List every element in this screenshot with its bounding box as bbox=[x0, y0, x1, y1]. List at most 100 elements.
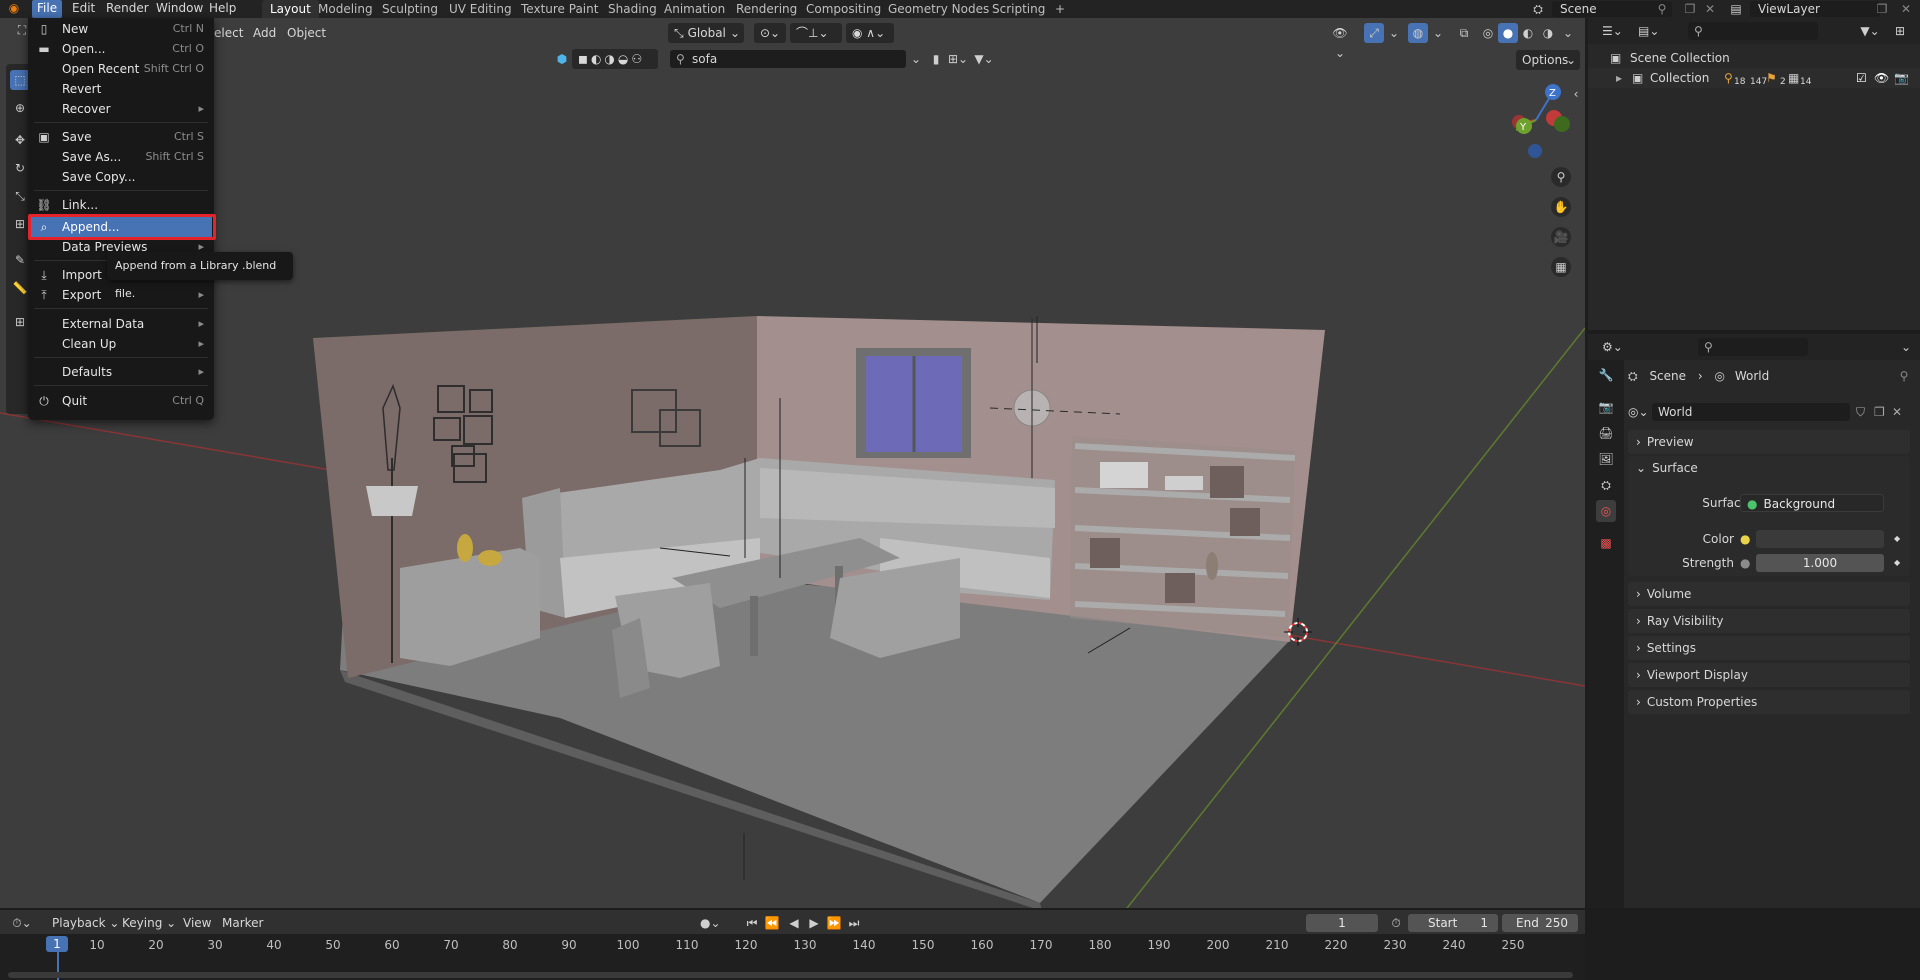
gizmo-dropdown-icon[interactable]: ⌄ bbox=[1384, 23, 1404, 43]
jump-start-icon[interactable]: ⏮ bbox=[742, 913, 762, 933]
menu-edit[interactable]: Edit bbox=[67, 0, 100, 18]
menu-item-save[interactable]: ▣ Save Ctrl S bbox=[30, 127, 212, 147]
object-menu[interactable]: Object bbox=[287, 22, 326, 44]
editor-type-icon[interactable]: ⚙⌄ bbox=[1602, 337, 1623, 357]
section-ray-visibility[interactable]: › Ray Visibility bbox=[1628, 609, 1910, 633]
menu-item-new[interactable]: ▯ New Ctrl N bbox=[30, 19, 212, 39]
sidebar-toggle-icon[interactable]: ‹ bbox=[1570, 84, 1582, 104]
sort-dropdown-icon[interactable]: ⌄ bbox=[906, 49, 926, 69]
end-frame-field[interactable]: End 250 bbox=[1502, 914, 1578, 932]
output-tab-icon[interactable]: 🖨 bbox=[1596, 422, 1616, 444]
tab-texture-paint[interactable]: Texture Paint bbox=[513, 0, 606, 18]
search-input[interactable]: ⚲ sofa bbox=[670, 50, 906, 68]
strength-socket-icon[interactable]: ● bbox=[1740, 554, 1750, 572]
tab-scripting[interactable]: Scripting bbox=[984, 0, 1053, 18]
new-scene-icon[interactable]: ❐ bbox=[1680, 0, 1700, 17]
world-name-field[interactable]: World bbox=[1652, 403, 1850, 421]
xray-icon[interactable]: ⧉ bbox=[1454, 23, 1474, 43]
play-reverse-icon[interactable]: ◀ bbox=[784, 913, 804, 933]
bookmark-icon[interactable]: ▮ bbox=[926, 49, 946, 69]
camera-view-icon[interactable]: 🎥 bbox=[1551, 227, 1571, 247]
measure-tool-icon[interactable]: 📏 bbox=[10, 278, 30, 298]
section-custom-properties[interactable]: › Custom Properties bbox=[1628, 690, 1910, 714]
menu-item-open-recent[interactable]: Open Recent Shift Ctrl O bbox=[30, 59, 212, 79]
selectability-toggles[interactable]: ◼◐◑◒⚇ bbox=[572, 49, 658, 69]
zoom-icon[interactable]: ⚲ bbox=[1551, 167, 1571, 187]
view-layer-tab-icon[interactable]: 🖼 bbox=[1596, 448, 1616, 470]
menu-item-revert[interactable]: Revert bbox=[30, 79, 212, 99]
properties-search-input[interactable]: ⚲ bbox=[1698, 338, 1808, 356]
object-type-filter-icon[interactable]: ⬢ bbox=[552, 49, 572, 69]
tab-animation[interactable]: Animation bbox=[656, 0, 733, 18]
chevron-down-icon[interactable]: ⌄ bbox=[1896, 337, 1916, 357]
new-view-layer-icon[interactable]: ❐ bbox=[1872, 0, 1892, 17]
tab-geometry-nodes[interactable]: Geometry Nodes bbox=[880, 0, 997, 18]
menu-item-defaults[interactable]: Defaults ▸ bbox=[30, 362, 212, 382]
menu-item-external-data[interactable]: External Data ▸ bbox=[30, 314, 212, 334]
tab-modeling[interactable]: Modeling bbox=[310, 0, 381, 18]
scale-tool-icon[interactable]: ⤡ bbox=[10, 186, 30, 206]
timeline-scrollbar[interactable] bbox=[8, 972, 1573, 978]
annotate-tool-icon[interactable]: ✎ bbox=[10, 250, 30, 270]
tab-uv-editing[interactable]: UV Editing bbox=[441, 0, 520, 18]
tool-tab-icon[interactable]: 🔧 bbox=[1596, 364, 1616, 386]
snap-toggle[interactable]: ⌒⊥⌄ bbox=[790, 23, 842, 43]
section-viewport-display[interactable]: › Viewport Display bbox=[1628, 663, 1910, 687]
add-cube-tool-icon[interactable]: ⊞ bbox=[10, 312, 30, 332]
unlink-icon[interactable]: ✕ bbox=[1892, 402, 1902, 422]
render-tab-icon[interactable]: 📷 bbox=[1596, 396, 1616, 418]
rotate-tool-icon[interactable]: ↻ bbox=[10, 158, 30, 178]
tab-sculpting[interactable]: Sculpting bbox=[374, 0, 446, 18]
filter-icon[interactable]: ▼⌄ bbox=[1860, 21, 1880, 41]
material-shading-icon[interactable]: ◐ bbox=[1518, 23, 1538, 43]
menu-window[interactable]: Window bbox=[151, 0, 208, 18]
section-settings[interactable]: › Settings bbox=[1628, 636, 1910, 660]
scene-tab-icon[interactable]: ⛭ bbox=[1596, 474, 1616, 496]
marker-menu[interactable]: Marker bbox=[222, 912, 263, 934]
expand-arrow-icon[interactable]: ▸ bbox=[1616, 68, 1622, 88]
next-keyframe-icon[interactable]: ⏩ bbox=[824, 913, 844, 933]
view-layer-icon[interactable]: ▤ bbox=[1726, 0, 1746, 17]
transform-tool-icon[interactable]: ⊞ bbox=[10, 214, 30, 234]
hierarchy-icon[interactable]: ⊞⌄ bbox=[948, 49, 968, 69]
add-menu[interactable]: Add bbox=[253, 22, 276, 44]
jump-end-icon[interactable]: ⏭ bbox=[844, 913, 864, 933]
pan-hand-icon[interactable]: ✋ bbox=[1551, 197, 1571, 217]
menu-file[interactable]: File bbox=[32, 0, 63, 18]
record-icon[interactable]: ●⌄ bbox=[700, 913, 721, 933]
outliner-search-input[interactable]: ⚲ bbox=[1688, 22, 1818, 40]
prev-keyframe-icon[interactable]: ⏪ bbox=[762, 913, 782, 933]
tab-compositing[interactable]: Compositing bbox=[798, 0, 889, 18]
menu-item-save-as[interactable]: Save As... Shift Ctrl S bbox=[30, 147, 212, 167]
gizmo-toggle-icon[interactable]: ⤢ bbox=[1364, 23, 1384, 43]
tab-rendering[interactable]: Rendering bbox=[728, 0, 805, 18]
rendered-shading-icon[interactable]: ◑ bbox=[1538, 23, 1558, 43]
wireframe-shading-icon[interactable]: ◎ bbox=[1478, 23, 1498, 43]
section-volume[interactable]: › Volume bbox=[1628, 582, 1910, 606]
proportional-edit-toggle[interactable]: ◉ ∧⌄ bbox=[846, 23, 894, 43]
3d-viewport[interactable]: ⛶ elect Add Object ⤡ Global ⌄ ⊙⌄ ⌒⊥⌄ ◉ ∧⌄ … bbox=[0, 18, 1585, 908]
strength-field[interactable]: 1.000 bbox=[1756, 554, 1884, 572]
playhead[interactable]: 1 bbox=[46, 936, 68, 952]
shading-dropdown-icon[interactable]: ⌄ bbox=[1558, 23, 1578, 43]
start-frame-field[interactable]: Start 1 bbox=[1408, 914, 1498, 932]
outliner-row-scene-collection[interactable]: ▣ Scene Collection bbox=[1588, 48, 1920, 68]
stopwatch-icon[interactable]: ⏱ bbox=[1386, 913, 1406, 933]
overlay-dropdown-icon[interactable]: ⌄ bbox=[1428, 23, 1448, 43]
display-mode-icon[interactable]: ▤⌄ bbox=[1638, 21, 1659, 41]
world-selector[interactable]: ◎⌄ World ⛉ ❐ ✕ bbox=[1628, 402, 1910, 422]
delete-scene-icon[interactable]: ✕ bbox=[1700, 0, 1720, 17]
pin-icon[interactable]: ⚲ bbox=[1894, 366, 1914, 386]
solid-shading-icon[interactable]: ● bbox=[1498, 23, 1518, 43]
menu-render[interactable]: Render bbox=[101, 0, 154, 18]
section-preview[interactable]: › Preview bbox=[1628, 430, 1910, 454]
camera-icon[interactable]: 📷 bbox=[1894, 68, 1909, 88]
world-tab-icon[interactable]: ◎ bbox=[1596, 500, 1616, 522]
view-menu[interactable]: View bbox=[183, 912, 211, 934]
fake-user-icon[interactable]: ⛉ bbox=[1856, 402, 1865, 422]
menu-item-save-copy[interactable]: Save Copy... bbox=[30, 167, 212, 187]
texture-tab-icon[interactable]: ▩ bbox=[1596, 532, 1616, 554]
blender-logo-icon[interactable]: ◉ bbox=[4, 0, 24, 17]
menu-item-open[interactable]: ▬ Open... Ctrl O bbox=[30, 39, 212, 59]
select-tool-icon[interactable]: ⬚ bbox=[10, 70, 30, 90]
